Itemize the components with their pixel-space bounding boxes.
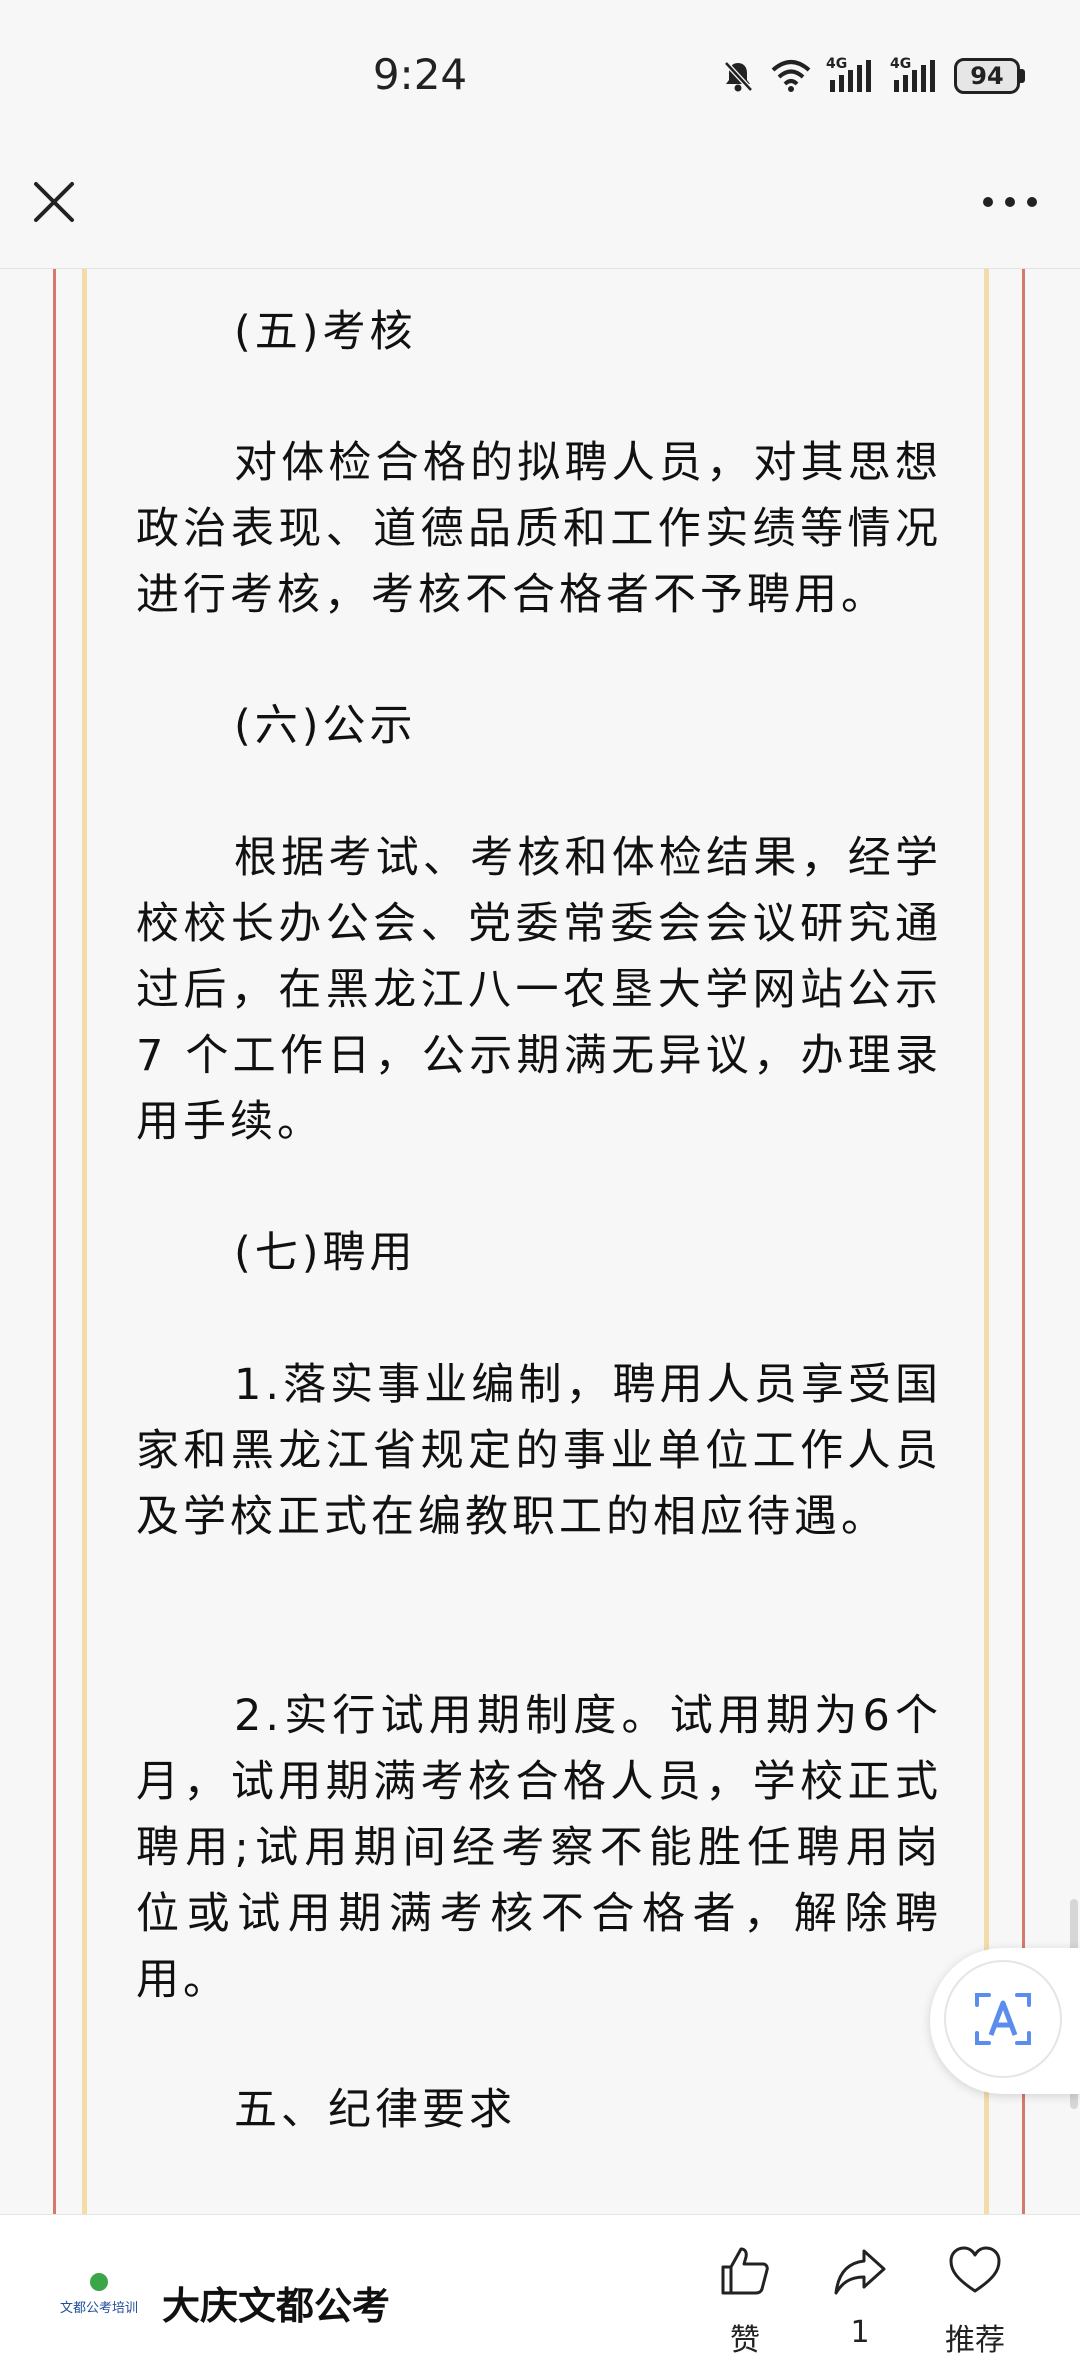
decorative-border: [53, 269, 56, 2214]
share-icon: [834, 2249, 886, 2295]
section-heading: 五、纪律要求: [234, 2085, 516, 2135]
article-content[interactable]: (五)考核 对体检合格的拟聘人员，对其思想政治表现、道德品质和工作实绩等情况进行…: [0, 269, 1080, 2214]
battery-indicator: 94: [954, 58, 1025, 94]
battery-tip: [1020, 69, 1025, 83]
battery-level: 94: [954, 58, 1020, 94]
logo-text: 文都公考培训: [59, 2301, 138, 2316]
account-name[interactable]: 大庆文都公考: [162, 2275, 390, 2330]
paragraph: 根据考试、考核和体检结果，经学校校长办公会、党委常委会会议研究通过后，在黑龙江八…: [136, 833, 942, 1147]
recommend-button[interactable]: 推荐: [920, 2243, 1030, 2359]
more-icon[interactable]: [980, 192, 1040, 212]
status-time: 9:24: [372, 50, 468, 99]
translate-button[interactable]: [930, 1948, 1080, 2094]
share-count: 1: [850, 2315, 870, 2350]
signal-2: 4G: [890, 56, 940, 94]
share-button[interactable]: 1: [805, 2243, 915, 2350]
translate-button-inner[interactable]: [944, 1960, 1062, 2078]
recommend-label: 推荐: [945, 2323, 1005, 2358]
close-icon[interactable]: [32, 180, 76, 224]
thumbs-up-icon: [721, 2247, 769, 2295]
paragraph: 2.实行试用期制度。试用期为6个月，试用期满考核合格人员，学校正式聘用;试用期间…: [136, 1691, 942, 2005]
signal-icon: [894, 60, 935, 92]
signal-icon: [830, 60, 871, 92]
signal-1: 4G: [826, 56, 876, 94]
bell-muted-icon: [724, 61, 753, 92]
section-heading: (七)聘用: [234, 1228, 417, 1278]
status-icons: 4G 4G 94: [720, 56, 1025, 94]
like-button[interactable]: 赞: [690, 2243, 800, 2359]
translate-icon: [975, 1993, 1031, 2045]
status-bar: 9:24 4G 4G 94: [0, 0, 1080, 150]
top-nav-bar: [0, 150, 1080, 269]
account-logo[interactable]: 文都公考培训: [58, 2273, 140, 2319]
section-heading: (五)考核: [234, 307, 417, 357]
like-label: 赞: [730, 2323, 760, 2358]
section-heading: (六)公示: [234, 701, 417, 751]
logo-mark: [90, 2273, 108, 2291]
heart-icon: [949, 2246, 1001, 2293]
decorative-border: [82, 269, 87, 2214]
wifi-icon: [771, 60, 811, 92]
decorative-border: [984, 269, 989, 2214]
bottom-bar: 文都公考培训 大庆文都公考 赞 1 推荐: [0, 2214, 1080, 2377]
paragraph: 对体检合格的拟聘人员，对其思想政治表现、道德品质和工作实绩等情况进行考核，考核不…: [136, 438, 942, 620]
paragraph: 1.落实事业编制，聘用人员享受国家和黑龙江省规定的事业单位工作人员及学校正式在编…: [136, 1360, 942, 1542]
decorative-border: [1022, 269, 1025, 2214]
